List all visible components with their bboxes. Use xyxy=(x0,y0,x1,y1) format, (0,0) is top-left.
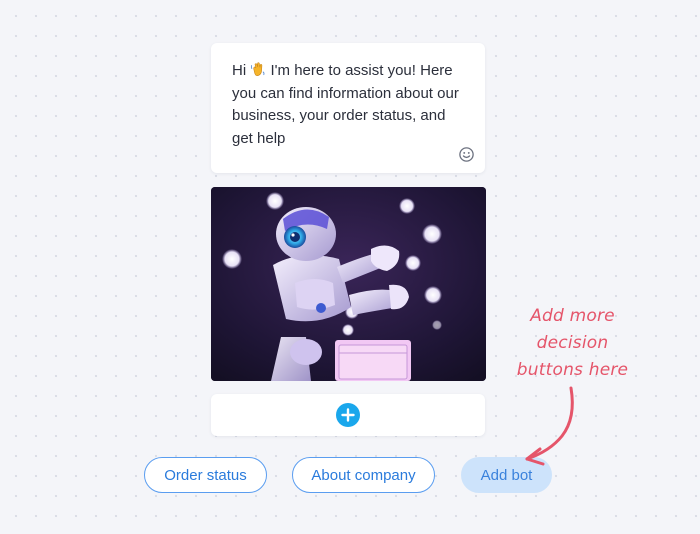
order-status-button[interactable]: Order status xyxy=(144,457,267,493)
plus-circle-icon[interactable] xyxy=(336,403,360,427)
bot-message-text: Hi I'm here to assist you! Here you can … xyxy=(232,60,470,150)
about-company-button[interactable]: About company xyxy=(292,457,435,493)
message-body: I'm here to assist you! Here you can fin… xyxy=(232,62,459,147)
bokeh-light xyxy=(266,192,284,210)
greeting-text: Hi xyxy=(232,62,247,79)
annotation-note: Add more decision buttons here xyxy=(500,303,645,384)
add-element-row xyxy=(211,394,485,436)
smiley-face-icon[interactable] xyxy=(458,146,475,163)
bot-message-card[interactable]: Hi I'm here to assist you! Here you can … xyxy=(211,43,485,173)
annotation-line: Add more xyxy=(530,306,615,326)
annotation-arrow-icon xyxy=(525,386,574,466)
waving-hand-icon xyxy=(251,62,265,76)
robot-image[interactable] xyxy=(211,187,486,381)
annotation-line: decision xyxy=(536,333,609,353)
